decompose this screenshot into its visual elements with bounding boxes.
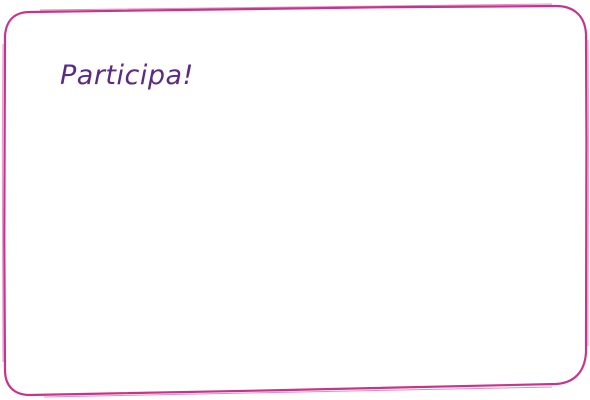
card-title: Participa! [60,60,194,91]
card-border-sketch-bottom [43,386,553,398]
card-border-sketch-left [1,43,4,363]
participation-card: Participa! [0,0,590,400]
